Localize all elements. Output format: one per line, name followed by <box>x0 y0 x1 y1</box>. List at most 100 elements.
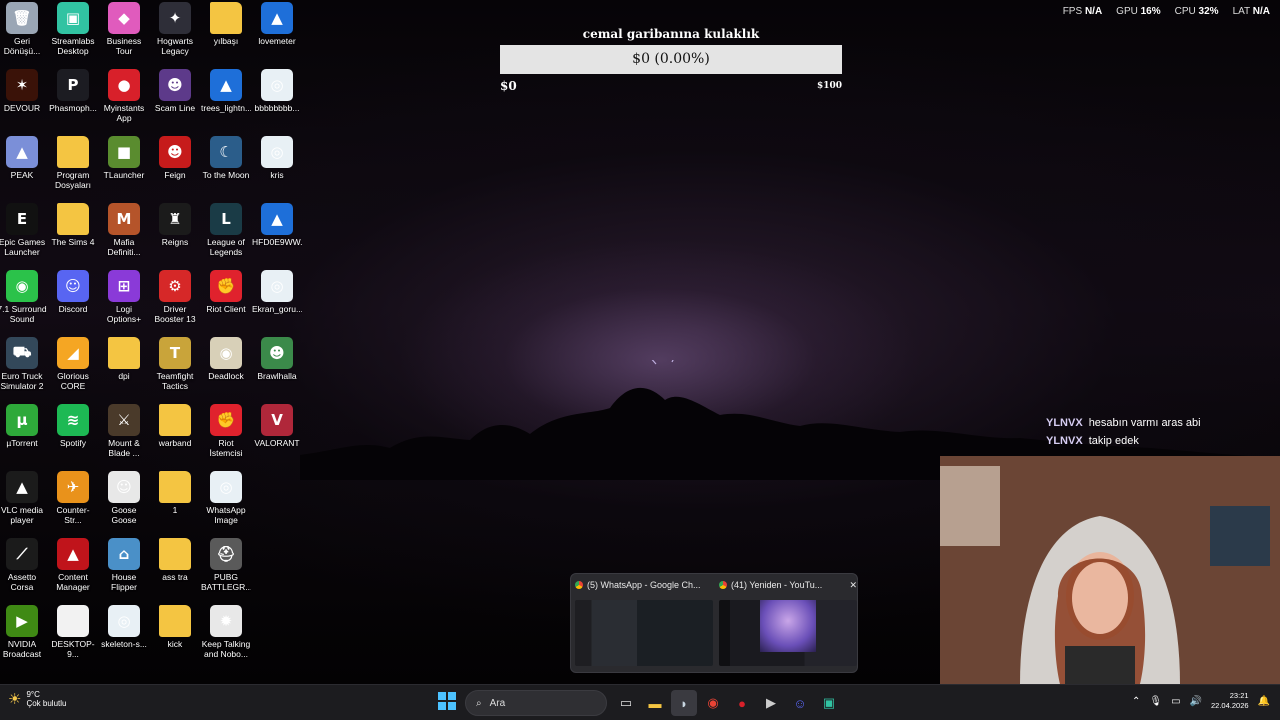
desktop-icon[interactable]: ◎ Ekran_goru... <box>252 270 302 314</box>
desktop-icon[interactable]: 🗑 Geri Dönüşü... <box>0 2 47 56</box>
desktop-icon[interactable]: ◎ skeleton-s... <box>99 605 149 649</box>
desktop-icon[interactable]: ⟋ Assetto Corsa <box>0 538 47 592</box>
streamer-shirt <box>1065 646 1135 684</box>
desktop-icon[interactable]: ▣ Streamlabs Desktop <box>48 2 98 56</box>
desktop-icon[interactable]: ✶ DEVOUR <box>0 69 47 113</box>
desktop-icon[interactable]: ◎WhatsApp Image 2026... <box>201 471 251 525</box>
desktop-icon[interactable]: ◉7.1 Surround Sound <box>0 270 47 324</box>
desktop-icon[interactable]: ✈Counter-Str... 2 <box>48 471 98 525</box>
desktop-icon[interactable]: ⚙ Driver Booster 13 <box>150 270 200 324</box>
desktop-icon[interactable]: ☺ Discord <box>48 270 98 314</box>
desktop-icon[interactable]: ◉ Deadlock <box>201 337 251 381</box>
taskbar-app-streamlabs[interactable]: ▣ <box>816 690 842 716</box>
desktop-icon[interactable]: ☻ Brawlhalla <box>252 337 302 381</box>
desktop-icon[interactable]: ▲ HFD0E9WW... <box>252 203 302 247</box>
notifications-icon[interactable]: 🔔 <box>1258 696 1270 707</box>
desktop-icon[interactable]: yılbaşı <box>201 2 251 46</box>
chat-username: YLNVX <box>1046 435 1083 447</box>
desktop-icon[interactable]: ■ TLauncher <box>99 136 149 180</box>
desktop-icon[interactable]: P Phasmoph... <box>48 69 98 113</box>
myinstants-icon: ● <box>108 69 140 101</box>
desktop-icon[interactable]: ◎ kris <box>252 136 302 180</box>
taskbar-app-myinstants[interactable]: ● <box>729 690 755 716</box>
desktop-icon[interactable]: ◆Business Tour - Online M... <box>99 2 149 56</box>
taskbar-app-task-view[interactable]: ▭ <box>613 690 639 716</box>
taskbar-search[interactable]: ⌕ Ara <box>465 690 607 716</box>
volume-icon[interactable]: 🔊 <box>1190 696 1202 707</box>
streamlabs-icon: ▣ <box>822 695 836 710</box>
desktop-icon-label: yılbaşı <box>213 36 239 46</box>
desktop-icon[interactable]: 1 <box>150 471 200 515</box>
desktop-icon[interactable]: ⚔ Mount & Blade ... <box>99 404 149 458</box>
spotify-icon: ≋ <box>57 404 89 436</box>
steam-icon: ◗ <box>680 695 688 711</box>
desktop-icon[interactable]: ✦ Hogwarts Legacy <box>150 2 200 56</box>
desktop-icon[interactable]: kick <box>150 605 200 649</box>
taskbar-app-terminal[interactable]: ▶ <box>758 690 784 716</box>
window-preview[interactable]: (5) WhatsApp - Google Ch... <box>575 578 713 666</box>
desktop-icon[interactable]: µ µTorrent <box>0 404 47 448</box>
desktop-icon[interactable]: ⛟ Euro Truck Simulator 2 <box>0 337 47 391</box>
desktop-icon[interactable]: DESKTOP-9... <box>48 605 98 659</box>
desktop-icon[interactable]: ass tra <box>150 538 200 582</box>
desktop-icon[interactable]: ✹ Keep Talking and Nobo... <box>201 605 251 659</box>
network-icon[interactable]: ▭ <box>1171 696 1180 707</box>
taskbar-app-chrome[interactable]: ◉ <box>700 690 726 716</box>
goose-goose-duck-icon: ☺ <box>108 471 140 503</box>
taskbar-app-discord[interactable]: ☺ <box>787 690 813 716</box>
desktop-icon[interactable]: ☻ Scam Line <box>150 69 200 113</box>
image-file-icon: ▲ <box>210 69 242 101</box>
chevron-up-icon[interactable]: ⌃ <box>1132 696 1140 707</box>
desktop-icon[interactable]: ▶ NVIDIA Broadcast <box>0 605 47 659</box>
desktop-icon[interactable]: V VALORANT <box>252 404 302 448</box>
desktop-icon[interactable]: ⌂ House Flipper <box>99 538 149 592</box>
close-icon[interactable]: ✕ <box>849 580 857 591</box>
chrome-icon: ◉ <box>707 695 719 710</box>
desktop-icon[interactable]: M Mafia Definiti... <box>99 203 149 257</box>
desktop-icon-label: Ekran_goru... <box>252 304 302 314</box>
desktop-icon[interactable]: L League of Legends <box>201 203 251 257</box>
desktop-icon[interactable]: ▲ trees_lightn... <box>201 69 251 113</box>
desktop-icon[interactable]: ⊞ Logi Options+ <box>99 270 149 324</box>
desktop-icon[interactable]: Program Dosyaları <box>48 136 98 190</box>
desktop-icon[interactable]: ▲ VLC media player <box>0 471 47 525</box>
folder-icon <box>159 605 191 637</box>
taskbar: ☀ 9°C Çok bulutlu ⌕ Ara ▭ ▬ ◗ ◉ ● ▶ ☺ ▣ ⌃ 🎙 ▭ 🔊… <box>0 684 1280 720</box>
desktop-icon[interactable]: dpi <box>99 337 149 381</box>
desktop-icon[interactable]: ✊ Riot Client <box>201 270 251 314</box>
window-preview[interactable]: (41) Yeniden - YouTu... ✕ <box>719 578 857 666</box>
desktop-icon[interactable]: E Epic Games Launcher <box>0 203 47 257</box>
desktop-icon[interactable]: ✊ Riot İstemcisi <box>201 404 251 458</box>
desktop-icon[interactable]: ☻ Feign <box>150 136 200 180</box>
taskbar-app-file-explorer[interactable]: ▬ <box>642 690 668 716</box>
taskbar-app-steam[interactable]: ◗ <box>671 690 697 716</box>
desktop-icon[interactable]: ☺Goose Goose Duck <box>99 471 149 525</box>
desktop-icon-label: The Sims 4 <box>51 237 95 247</box>
mafia-icon: M <box>108 203 140 235</box>
business-tour-icon: ◆ <box>108 2 140 34</box>
desktop-icon[interactable]: The Sims 4 <box>48 203 98 247</box>
desktop-icon[interactable]: ☾ To the Moon <box>201 136 251 180</box>
desktop-icon[interactable]: ≋ Spotify <box>48 404 98 448</box>
window-preview-thumbnail[interactable] <box>719 600 857 666</box>
desktop-icon[interactable]: ◎ bbbbbbbb... <box>252 69 302 113</box>
desktop-icon[interactable]: warband <box>150 404 200 448</box>
desktop-icon[interactable]: ⛑ PUBG BATTLEGR... <box>201 538 251 592</box>
window-preview-thumbnail[interactable] <box>575 600 713 666</box>
folder-icon <box>57 203 89 235</box>
start-button[interactable] <box>438 692 456 710</box>
desktop-icon[interactable]: ▲ lovemeter <box>252 2 302 46</box>
desktop-icon[interactable]: ▲ PEAK <box>0 136 47 180</box>
window-preview-title: (5) WhatsApp - Google Ch... <box>587 580 701 590</box>
desktop-icon[interactable]: ▲ Content Manager <box>48 538 98 592</box>
weather-widget[interactable]: ☀ 9°C Çok bulutlu <box>8 690 66 708</box>
desktop-icon[interactable]: T Teamfight Tactics <box>150 337 200 391</box>
clock[interactable]: 23:21 22.04.2026 <box>1211 691 1249 711</box>
riot-client-icon: ✊ <box>210 404 242 436</box>
microphone-icon[interactable]: 🎙 <box>1149 696 1162 707</box>
perf-stat-value: N/A <box>1252 6 1270 17</box>
desktop-icon-label: To the Moon <box>202 170 250 180</box>
desktop-icon[interactable]: ♜ Reigns <box>150 203 200 247</box>
desktop-icon[interactable]: ● Myinstants App <box>99 69 149 123</box>
desktop-icon[interactable]: ◢ Glorious CORE <box>48 337 98 391</box>
